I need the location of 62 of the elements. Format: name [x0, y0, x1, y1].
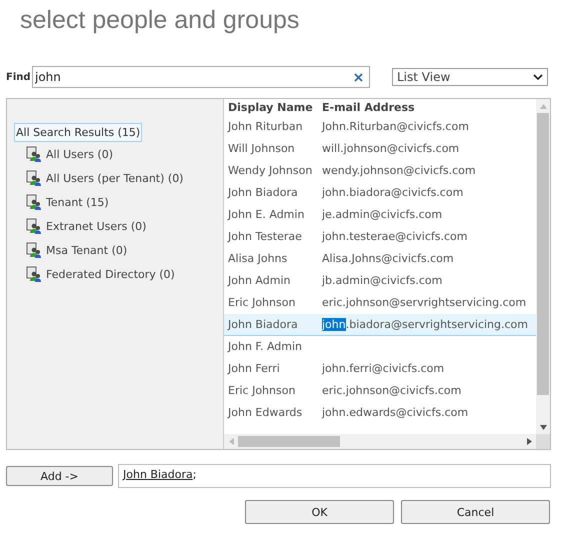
- table-cell: John Biadora: [224, 314, 318, 336]
- ok-button[interactable]: OK: [245, 500, 394, 524]
- vertical-scrollbar[interactable]: [536, 99, 550, 434]
- table-cell-text: John Ferri: [226, 361, 281, 377]
- table-cell-text: John Edwards: [226, 405, 304, 421]
- tree-item[interactable]: All Users (0): [25, 142, 223, 166]
- table-cell-text: eric.johnson@servrightservicing.com: [321, 295, 528, 311]
- tree-item[interactable]: Extranet Users (0): [25, 214, 223, 238]
- add-button[interactable]: Add ->: [6, 466, 113, 486]
- table-cell-text: Wendy Johnson: [227, 163, 314, 179]
- tree-item[interactable]: Msa Tenant (0): [25, 238, 223, 262]
- person-link[interactable]: John Biadora: [123, 468, 193, 481]
- table-cell-text: jb.admin@civicfs.com: [320, 273, 444, 289]
- dialog-title: select people and groups: [19, 5, 300, 36]
- directory-icon: [26, 146, 42, 162]
- table-cell-text: Eric Johnson: [227, 295, 296, 311]
- table-cell-text: John Admin: [226, 273, 292, 289]
- separator-text: ;: [192, 468, 196, 481]
- table-cell-text: John Biadora: [226, 185, 299, 201]
- horizontal-scrollbar[interactable]: [224, 434, 536, 449]
- scroll-left-icon[interactable]: [228, 438, 234, 445]
- view-dropdown[interactable]: List View: [392, 68, 548, 86]
- table-cell: john.biadora@servrightservicing.com: [318, 314, 536, 336]
- table-cell-text: je.admin@civicfs.com: [320, 207, 444, 223]
- table-cell-text: Alisa.Johns@civicfs.com: [321, 251, 455, 267]
- table-cell-text: Alisa Johns: [227, 251, 288, 267]
- table-cell-text: john.biadora@civicfs.com: [320, 185, 464, 201]
- table-cell-text: John Riturban: [226, 119, 304, 135]
- find-field[interactable]: john: [32, 66, 370, 88]
- table-cell: John F. Admin: [224, 336, 318, 358]
- selected-people-field[interactable]: John Biadora;: [118, 464, 551, 488]
- table-cell-text: wendy.johnson@civicfs.com: [321, 163, 477, 179]
- cancel-button[interactable]: Cancel: [401, 500, 550, 524]
- table-cell-text: john.edwards@civicfs.com: [320, 405, 470, 421]
- table-cell-text: Will Johnson: [227, 141, 296, 157]
- directory-icon: [26, 218, 42, 234]
- find-label: Find: [6, 72, 32, 82]
- directory-icon: [26, 170, 42, 186]
- directory-icon: [26, 242, 42, 258]
- clear-icon[interactable]: [354, 73, 363, 82]
- selected-row[interactable]: John Biadora john.biadora@servrightservicing.com: [224, 314, 536, 336]
- scroll-right-icon[interactable]: [526, 438, 532, 445]
- scroll-up-icon[interactable]: [540, 104, 546, 108]
- table-cell-text: John Testerae: [226, 229, 303, 245]
- table-cell-text: Eric Johnson: [227, 383, 296, 399]
- chevron-down-icon: [533, 74, 543, 80]
- directory-icon: [26, 266, 42, 282]
- column-header[interactable]: E-mail Address: [318, 99, 536, 116]
- tree-item[interactable]: Tenant (15): [25, 190, 223, 214]
- tree-item[interactable]: Federated Directory (0): [25, 262, 223, 286]
- tree-item[interactable]: All Users (per Tenant) (0): [25, 166, 223, 190]
- column-header[interactable]: Display Name: [224, 99, 318, 116]
- table-cell-text: john.testerae@civicfs.com: [320, 229, 468, 245]
- table-cell-text: eric.johnson@civicfs.com: [321, 383, 462, 399]
- directory-icon: [26, 194, 42, 210]
- tree-item[interactable]: All Search Results (15): [14, 123, 142, 142]
- scrollbar-corner: [536, 434, 550, 449]
- table-cell-text: will.johnson@civicfs.com: [321, 141, 460, 157]
- scroll-down-icon[interactable]: [540, 424, 546, 430]
- table-cell-text: john.ferri@civicfs.com: [320, 361, 446, 377]
- table-cell-text: John E. Admin: [226, 207, 306, 223]
- table-cell-text: John.Riturban@civicfs.com: [320, 119, 470, 135]
